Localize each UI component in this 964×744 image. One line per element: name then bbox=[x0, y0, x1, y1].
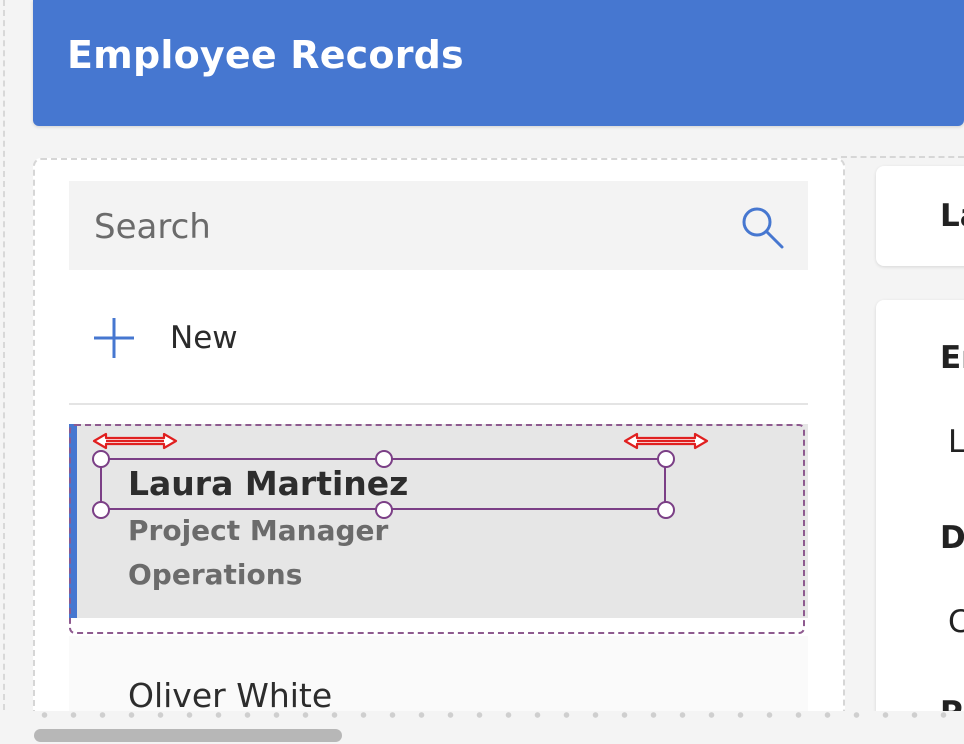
page-title: Employee Records bbox=[67, 33, 464, 77]
new-record-label: New bbox=[170, 320, 238, 356]
resize-handle-bottom-right[interactable] bbox=[657, 501, 675, 519]
resize-arrow-icon bbox=[92, 432, 178, 450]
canvas-guide bbox=[0, 0, 5, 710]
field-value: L bbox=[948, 424, 964, 460]
resize-handle-bottom[interactable] bbox=[375, 501, 393, 519]
field-value: C bbox=[948, 604, 964, 640]
scrollbar-thumb[interactable] bbox=[34, 729, 342, 742]
resize-handle-bottom-left[interactable] bbox=[92, 501, 110, 519]
resize-handle-top[interactable] bbox=[375, 450, 393, 468]
resize-arrow-icon bbox=[623, 432, 709, 450]
plus-icon bbox=[94, 318, 134, 358]
resize-handle-top-right[interactable] bbox=[657, 450, 675, 468]
divider bbox=[69, 403, 808, 405]
detail-header-card: La bbox=[876, 166, 964, 266]
search-icon[interactable] bbox=[740, 205, 786, 251]
app-canvas: Employee Records Search New Laura Martin… bbox=[0, 0, 964, 744]
container-guide bbox=[841, 156, 964, 158]
detail-header-label: La bbox=[940, 198, 964, 234]
search-input[interactable]: Search bbox=[94, 207, 211, 247]
item-body: Operations bbox=[128, 558, 303, 591]
item-title: Oliver White bbox=[128, 676, 333, 715]
field-label: Er bbox=[940, 340, 964, 376]
new-record-button[interactable]: New bbox=[69, 296, 808, 382]
canvas-guide bbox=[30, 712, 964, 718]
header-bar: Employee Records bbox=[33, 0, 964, 126]
resize-handle-top-left[interactable] bbox=[92, 450, 110, 468]
detail-form-card: Er L D C P bbox=[876, 300, 964, 731]
field-label: D bbox=[940, 520, 964, 556]
item-subtitle: Project Manager bbox=[128, 514, 389, 547]
search-box[interactable]: Search bbox=[69, 181, 808, 270]
